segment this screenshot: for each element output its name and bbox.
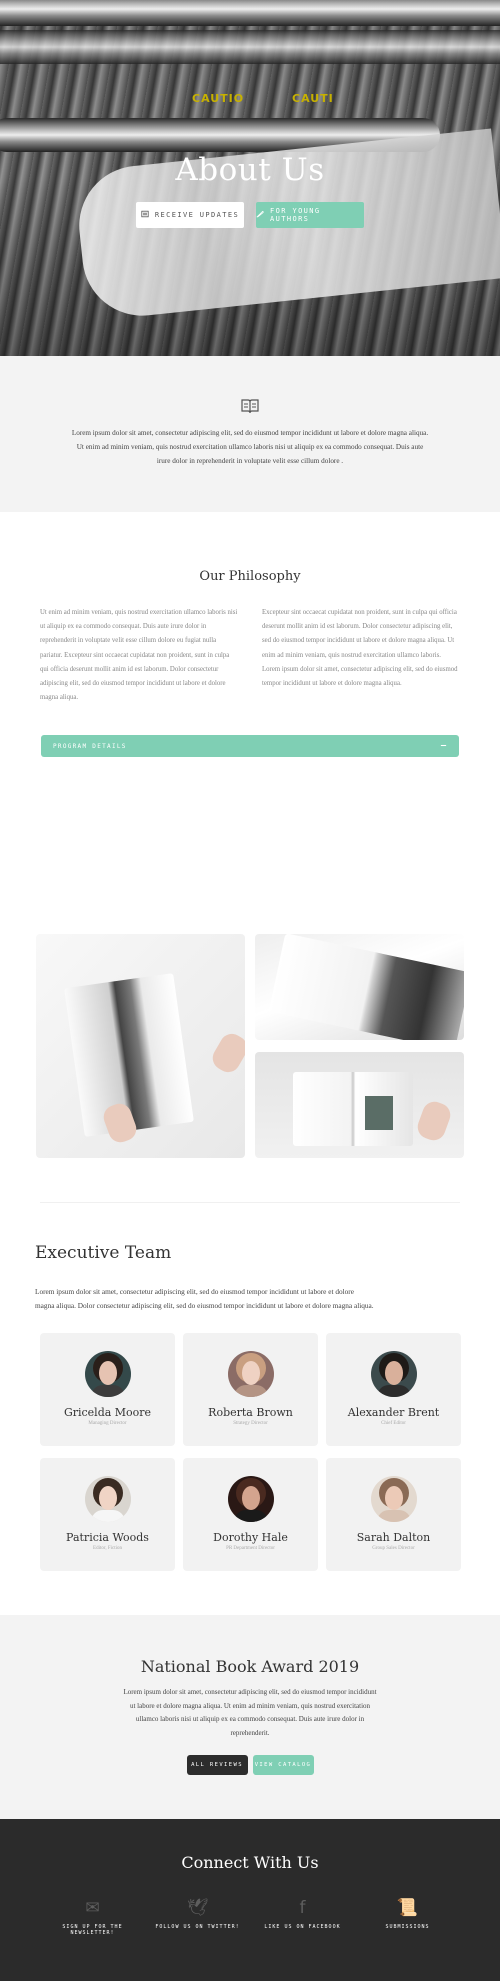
minus-icon[interactable]: [440, 742, 447, 751]
member-role: Editor, Fiction: [93, 1546, 122, 1551]
hero-section: CAUTIO CAUTI About Us Receive Updates Fo…: [0, 0, 500, 356]
young-authors-label: For Young Authors: [270, 207, 321, 223]
book-shape: [293, 1072, 413, 1146]
team-grid: Gricelda Moore Managing Director Roberta…: [40, 1333, 461, 1571]
book-shape: [268, 934, 464, 1040]
footer-section: Connect With Us ✉ Sign up for the newsle…: [0, 1819, 500, 1981]
twitter-link[interactable]: 🕊 Follow us on Twitter!: [145, 1898, 250, 1936]
team-card[interactable]: Patricia Woods Editor, Fiction: [40, 1458, 175, 1571]
philosophy-columns: Ut enim ad minim veniam, quis nostrud ex…: [40, 606, 460, 705]
gallery-photo-reading-book: [255, 1052, 464, 1158]
member-name: Sarah Dalton: [356, 1531, 431, 1544]
intro-section: Lorem ipsum dolor sit amet, consectetur …: [0, 356, 500, 512]
submissions-link[interactable]: 📜 Submissions: [355, 1898, 460, 1936]
philosophy-title: Our Philosophy: [199, 569, 301, 584]
footer-title: Connect With Us: [181, 1853, 319, 1872]
facebook-link-label: Like us on Facebook: [264, 1924, 341, 1930]
award-title: National Book Award 2019: [140, 1657, 360, 1676]
machine-label: CAUTIO: [192, 92, 245, 105]
member-role: Chief Editor: [381, 1421, 406, 1426]
team-card[interactable]: Roberta Brown Strategy Director: [183, 1333, 318, 1446]
newsletter-link[interactable]: ✉ Sign up for the newsletter!: [40, 1898, 145, 1936]
award-section: National Book Award 2019 Lorem ipsum dol…: [0, 1615, 500, 1819]
view-catalog-button[interactable]: View Catalog: [252, 1754, 314, 1775]
avatar: [227, 1351, 274, 1397]
quill-icon: [256, 210, 264, 220]
newspaper-icon: [141, 210, 149, 220]
philosophy-text-left: Ut enim ad minim veniam, quis nostrud ex…: [40, 609, 238, 702]
member-role: PR Department Director: [226, 1546, 275, 1551]
avatar: [370, 1351, 417, 1397]
receive-updates-label: Receive Updates: [154, 211, 240, 219]
avatar: [84, 1476, 131, 1522]
team-title: Executive Team: [35, 1243, 172, 1263]
member-role: Strategy Director: [233, 1421, 268, 1426]
award-text: Lorem ipsum dolor sit amet, consectetur …: [123, 1688, 377, 1738]
twitter-bird-icon: 🕊: [186, 1898, 209, 1918]
award-buttons: All Reviews View Catalog: [0, 1754, 500, 1775]
philosophy-text-right: Excepteur sint occaecat cupidatat non pr…: [262, 609, 458, 688]
team-intro-text: Lorem ipsum dolor sit amet, consectetur …: [35, 1287, 374, 1310]
avatar: [84, 1351, 131, 1397]
facebook-link[interactable]: f Like us on Facebook: [250, 1898, 355, 1936]
intro-text: Lorem ipsum dolor sit amet, consectetur …: [71, 429, 429, 465]
hero-buttons: Receive Updates For Young Authors: [0, 202, 500, 228]
member-role: Group Sales Director: [372, 1546, 415, 1551]
team-card[interactable]: Alexander Brent Chief Editor: [326, 1333, 461, 1446]
member-name: Roberta Brown: [208, 1406, 293, 1419]
member-name: Patricia Woods: [66, 1531, 149, 1544]
hand-shape: [414, 1098, 454, 1144]
team-card[interactable]: Sarah Dalton Group Sales Director: [326, 1458, 461, 1571]
open-book-icon: [241, 398, 259, 414]
member-name: Dorothy Hale: [213, 1531, 288, 1544]
facebook-icon: f: [299, 1898, 306, 1918]
philosophy-section: Our Philosophy Ut enim ad minim veniam, …: [0, 512, 500, 934]
submissions-link-label: Submissions: [385, 1924, 430, 1930]
accordion-label: Program Details: [53, 742, 127, 750]
member-name: Alexander Brent: [347, 1406, 440, 1419]
executive-team-section: Executive Team Lorem ipsum dolor sit ame…: [0, 1203, 500, 1615]
gallery-photo-book-flip: [36, 934, 245, 1158]
page-title: About Us: [175, 152, 325, 188]
photo-gallery: [0, 934, 500, 1158]
machine-label: CAUTI: [292, 92, 334, 105]
young-authors-button[interactable]: For Young Authors: [256, 202, 364, 228]
hand-shape: [208, 1029, 245, 1077]
newsletter-link-label: Sign up for the newsletter!: [62, 1924, 123, 1936]
envelope-icon: ✉: [85, 1898, 100, 1918]
scroll-icon: 📜: [396, 1898, 419, 1918]
receive-updates-button[interactable]: Receive Updates: [136, 202, 244, 228]
avatar: [370, 1476, 417, 1522]
all-reviews-button[interactable]: All Reviews: [186, 1754, 248, 1775]
avatar: [227, 1476, 274, 1522]
footer-links: ✉ Sign up for the newsletter! 🕊 Follow u…: [40, 1898, 460, 1936]
twitter-link-label: Follow us on Twitter!: [155, 1924, 240, 1930]
gallery-photo-open-book: [255, 934, 464, 1040]
photo-figure: [365, 1096, 393, 1130]
team-card[interactable]: Gricelda Moore Managing Director: [40, 1333, 175, 1446]
team-card[interactable]: Dorothy Hale PR Department Director: [183, 1458, 318, 1571]
member-name: Gricelda Moore: [63, 1406, 152, 1419]
press-roller: [0, 30, 500, 64]
program-details-accordion[interactable]: Program Details: [41, 735, 459, 758]
press-roller: [0, 0, 500, 26]
member-role: Managing Director: [88, 1421, 127, 1426]
